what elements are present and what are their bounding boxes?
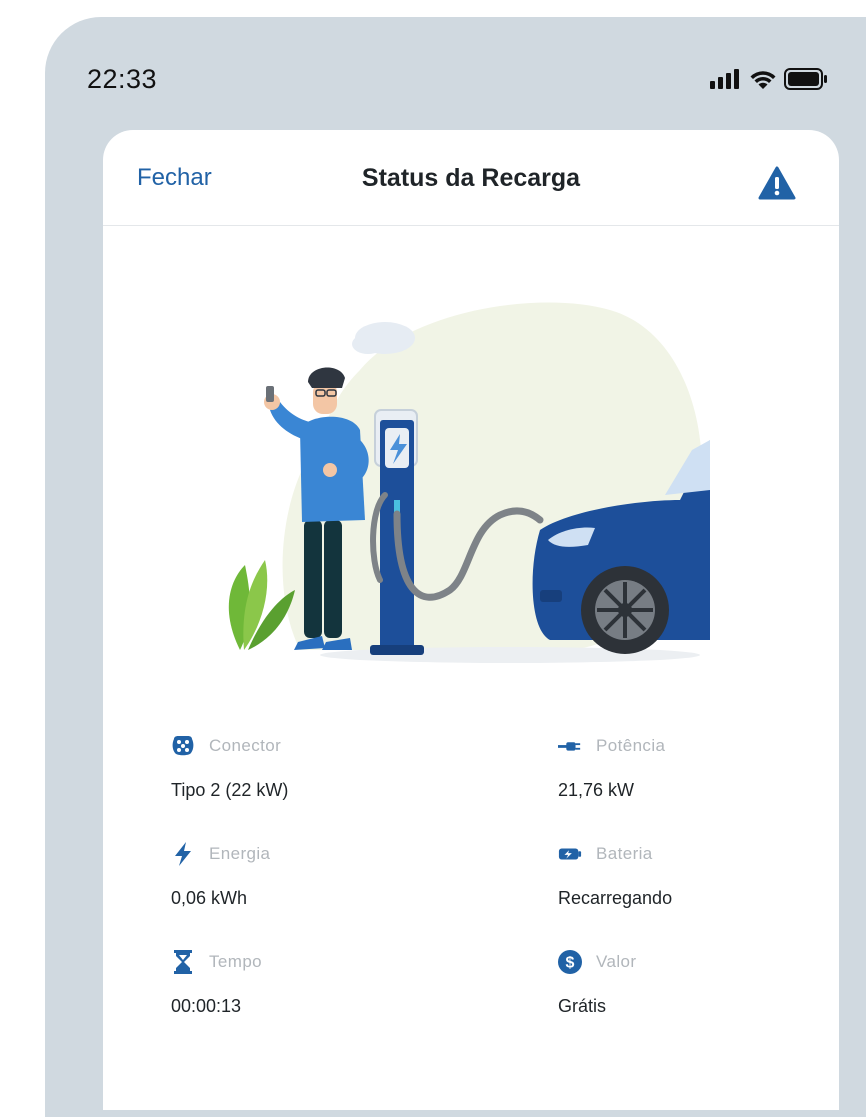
dollar-coin-icon: $ (558, 950, 582, 974)
info-price: $ Valor Grátis (558, 948, 636, 1017)
info-energy: Energia 0,06 kWh (171, 840, 270, 909)
sheet-header: Fechar Status da Recarga (103, 130, 839, 226)
energy-value: 0,06 kWh (171, 888, 248, 908)
cellular-signal-icon (710, 69, 739, 89)
connector-label: Conector (209, 736, 282, 755)
battery-value: Recarregando (558, 888, 673, 908)
wifi-icon (750, 70, 776, 89)
hourglass-icon (171, 950, 195, 974)
info-power: Potência 21,76 kW (558, 732, 665, 801)
time-value: 00:00:13 (171, 996, 242, 1016)
connector-value: Tipo 2 (22 kW) (171, 780, 289, 800)
page-title: Status da Recarga (361, 164, 581, 192)
warning-triangle-icon[interactable] (758, 166, 796, 200)
power-label: Potência (596, 736, 666, 755)
time-label: Tempo (209, 952, 263, 971)
battery-status-icon (784, 68, 827, 90)
price-label: Valor (596, 952, 637, 971)
price-value: Grátis (558, 996, 607, 1016)
charging-illustration (228, 302, 710, 663)
info-battery: Bateria Recarregando (558, 840, 672, 909)
battery-charging-icon (558, 842, 582, 866)
energy-label: Energia (209, 844, 271, 863)
charging-status-sheet: Fechar Status da Recarga Conector Tipo 2… (103, 130, 839, 1110)
cable-plug-icon (558, 734, 582, 758)
battery-label: Bateria (596, 844, 653, 863)
connector-plug-icon (171, 734, 195, 758)
lightning-bolt-icon (171, 842, 195, 866)
info-connector: Conector Tipo 2 (22 kW) (171, 732, 288, 801)
status-bar-icons (710, 68, 828, 90)
info-time: Tempo 00:00:13 (171, 948, 262, 1017)
svg-text:$: $ (566, 955, 575, 972)
power-value: 21,76 kW (558, 780, 635, 800)
status-bar-time: 22:33 (87, 64, 158, 94)
